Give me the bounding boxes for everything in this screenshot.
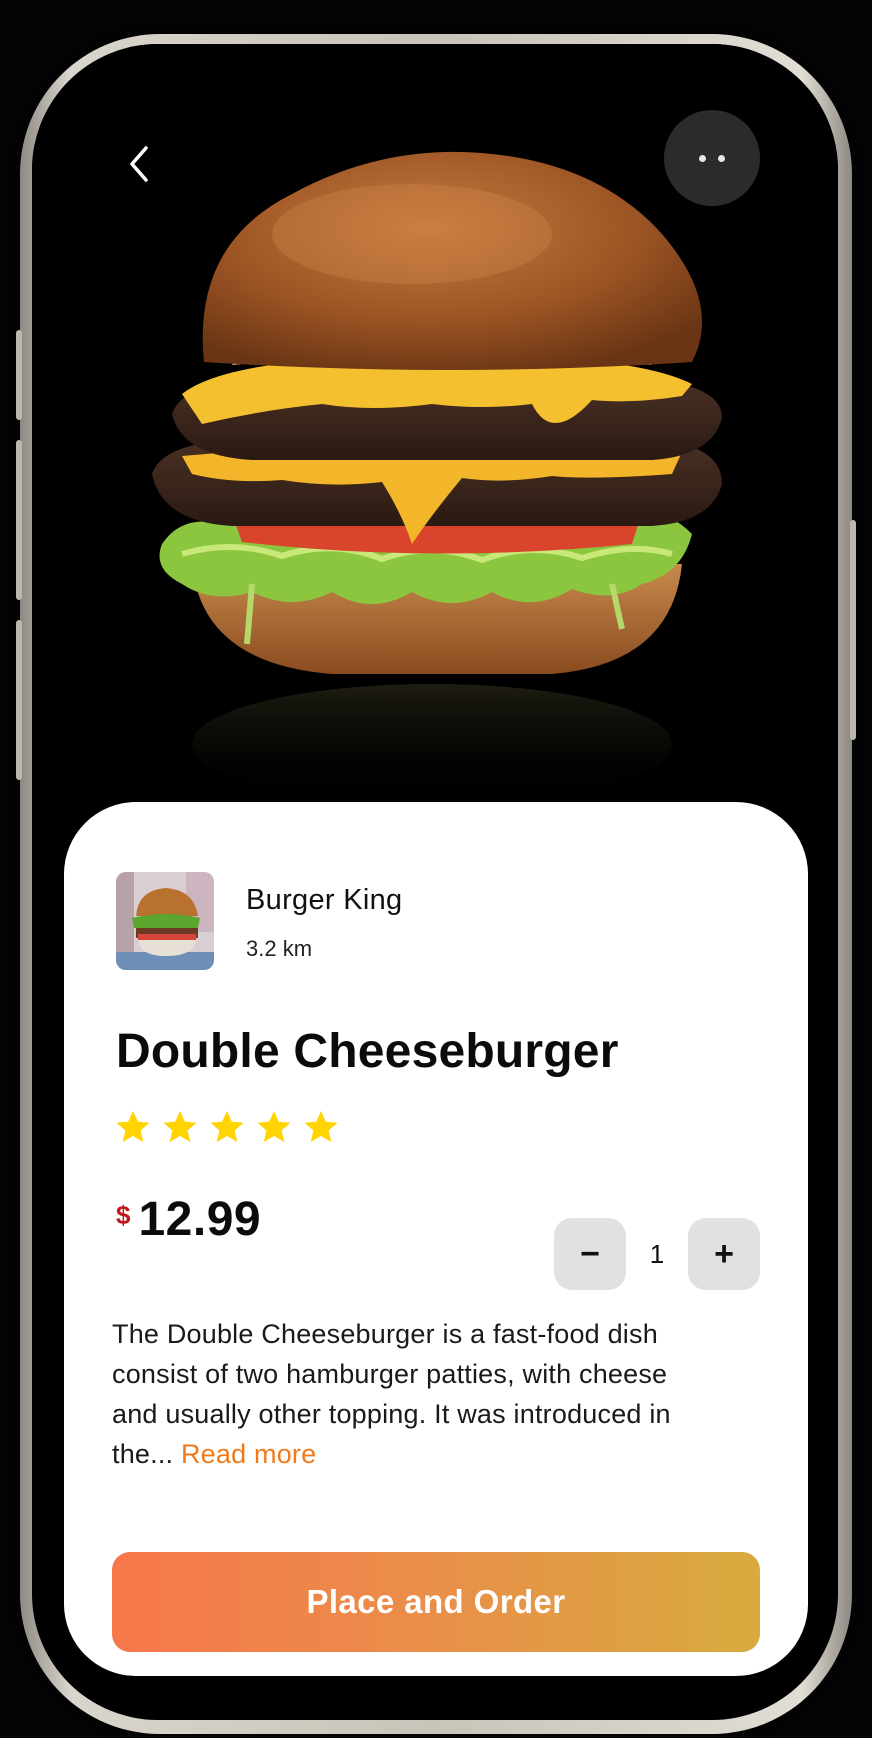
product-title: Double Cheeseburger	[116, 1025, 619, 1078]
quantity-stepper: − 1 +	[554, 1218, 760, 1290]
price: $ 12.99	[116, 1192, 261, 1247]
star-icon	[210, 1110, 244, 1143]
star-icon	[116, 1110, 150, 1143]
rating-stars	[114, 1108, 340, 1146]
product-description: The Double Cheeseburger is a fast-food d…	[112, 1314, 712, 1474]
star-icon	[163, 1110, 197, 1143]
price-value: 12.99	[138, 1193, 262, 1246]
store-name[interactable]: Burger King	[246, 884, 402, 917]
more-dots-icon	[718, 154, 725, 162]
star-icon	[304, 1110, 338, 1143]
more-dots-icon	[699, 154, 706, 162]
more-options-button[interactable]	[664, 110, 760, 206]
back-button[interactable]	[124, 144, 180, 200]
increase-quantity-button[interactable]: +	[688, 1218, 760, 1290]
product-detail-card: Burger King 3.2 km Double Cheeseburger $…	[64, 802, 808, 1676]
phone-side-button	[16, 620, 22, 780]
currency-symbol: $	[116, 1200, 131, 1230]
chevron-left-icon	[130, 146, 148, 182]
app-screen: Burger King 3.2 km Double Cheeseburger $…	[32, 44, 838, 1720]
phone-side-button	[850, 520, 856, 740]
star-icon	[257, 1110, 291, 1143]
place-order-button[interactable]: Place and Order	[112, 1552, 760, 1652]
phone-side-button	[16, 330, 22, 420]
store-thumbnail[interactable]	[116, 872, 214, 970]
store-distance: 3.2 km	[246, 936, 313, 961]
phone-side-button	[16, 440, 22, 600]
product-hero	[32, 44, 838, 824]
quantity-value: 1	[649, 1238, 665, 1269]
burger-thumbnail-icon	[116, 872, 214, 970]
decrease-quantity-button[interactable]: −	[554, 1218, 626, 1290]
read-more-link[interactable]: Read more	[181, 1439, 316, 1469]
